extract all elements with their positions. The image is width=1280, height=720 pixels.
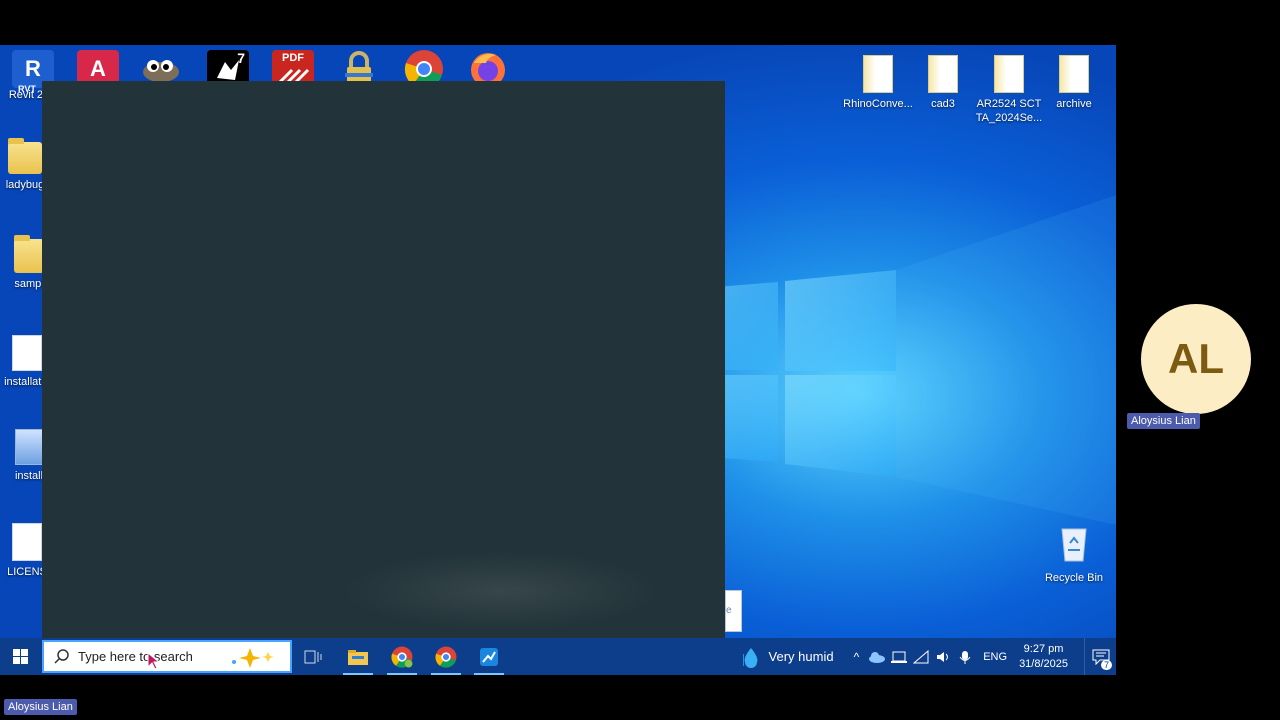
clock-date: 31/8/2025: [1019, 657, 1068, 670]
notification-center-button[interactable]: 7: [1084, 638, 1116, 675]
desktop-icon-archive[interactable]: archive: [1039, 55, 1109, 111]
rhino-number: 7: [237, 50, 245, 66]
desktop-icon-recycle-bin[interactable]: Recycle Bin: [1039, 523, 1109, 585]
speaker-icon[interactable]: [935, 650, 951, 664]
task-view-button[interactable]: [292, 638, 334, 675]
windows-start-icon: [13, 648, 28, 664]
taskbar-file-explorer[interactable]: [337, 638, 379, 675]
folder-document-icon: [994, 55, 1024, 93]
mouse-cursor-icon: [147, 652, 161, 670]
blurred-window-overlay[interactable]: [42, 81, 725, 638]
clock-time: 9:27 pm: [1023, 642, 1064, 655]
folder-icon: [8, 138, 42, 174]
self-view-name-tag: Aloysius Lian: [4, 699, 77, 715]
desktop-label-ar2524: AR2524 SCT TA_2024Se...: [975, 98, 1043, 124]
clock[interactable]: 9:27 pm 31/8/2025: [1019, 642, 1068, 672]
system-tray: Very humid ^ ENG 9:27 pm 31/8/2025 7: [742, 638, 1116, 675]
desktop-label-cad3: cad3: [931, 98, 955, 110]
chrome-icon: [435, 646, 457, 668]
water-drop-icon: [742, 647, 757, 668]
desktop-label-recycle-bin: Recycle Bin: [1044, 572, 1104, 584]
start-button[interactable]: [0, 638, 42, 675]
taskbar-photos[interactable]: [468, 638, 510, 675]
participant-name-tag: Aloysius Lian: [1127, 413, 1200, 429]
peek-text: e: [726, 605, 732, 616]
search-icon: [54, 648, 69, 664]
weather-widget[interactable]: Very humid: [742, 646, 834, 668]
copilot-sparkle-icon: [232, 647, 274, 668]
hidden-window-peek[interactable]: e: [725, 590, 742, 632]
gimp-icon: [143, 60, 179, 82]
installer-icon: [15, 429, 43, 465]
folder-document-icon: [863, 55, 893, 93]
folder-document-icon: [928, 55, 958, 93]
language-indicator[interactable]: ENG: [983, 651, 1007, 663]
desktop-label-archive: archive: [1056, 98, 1092, 110]
folder-icon: [14, 235, 44, 273]
taskbar-chrome[interactable]: [425, 638, 467, 675]
desktop-icon-cad3[interactable]: cad3: [908, 55, 978, 111]
photos-app-icon: [480, 647, 498, 666]
taskbar-chrome-profile[interactable]: [381, 638, 423, 675]
overlay-glow: [342, 551, 662, 631]
show-hidden-icons-icon[interactable]: ^: [854, 650, 860, 664]
taskbar: Very humid ^ ENG 9:27 pm 31/8/2025 7: [0, 638, 1116, 675]
document-icon: [12, 335, 42, 371]
document-icon: [12, 523, 42, 561]
folder-document-icon: [1059, 55, 1089, 93]
weather-text: Very humid: [768, 649, 834, 664]
autocad-letter: A: [90, 56, 106, 81]
wifi-icon[interactable]: [913, 649, 929, 664]
desktop-label-rhinoconverter: RhinoConve...: [843, 98, 913, 110]
microphone-icon[interactable]: [959, 650, 971, 664]
file-explorer-icon: [348, 649, 368, 665]
desktop-icon-ar2524[interactable]: AR2524 SCT TA_2024Se...: [974, 55, 1044, 125]
chrome-icon: [391, 646, 413, 668]
task-view-icon: [304, 650, 322, 663]
participant-avatar: AL: [1141, 304, 1251, 414]
revit-letter: R: [25, 56, 41, 81]
recycle-bin-icon: [1061, 528, 1087, 562]
device-icon[interactable]: [891, 650, 908, 664]
desktop-icon-rhinoconverter[interactable]: RhinoConve...: [843, 55, 913, 111]
pdf-text: PDF: [282, 52, 304, 64]
onedrive-icon[interactable]: [867, 651, 886, 663]
notification-count: 7: [1100, 660, 1112, 670]
participant-initials: AL: [1168, 335, 1224, 382]
search-box[interactable]: [42, 640, 292, 673]
